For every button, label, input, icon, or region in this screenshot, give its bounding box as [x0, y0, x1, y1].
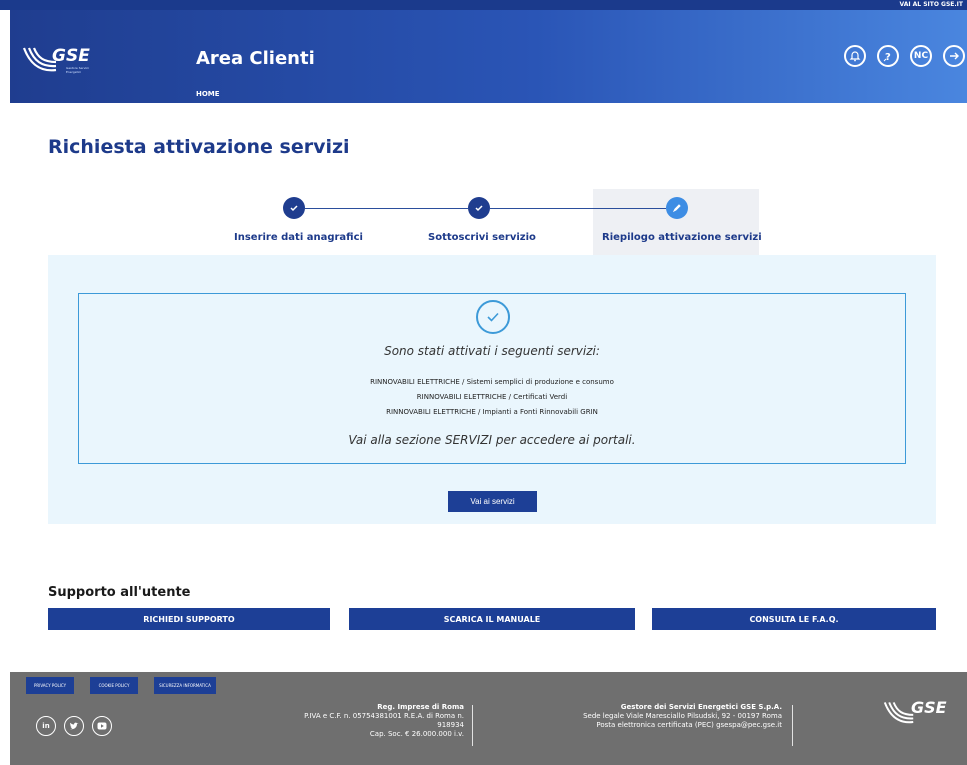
request-support-button[interactable]: RICHIEDI SUPPORTO: [48, 608, 330, 630]
twitter-icon[interactable]: [64, 716, 84, 736]
faq-button[interactable]: CONSULTA LE F.A.Q.: [652, 608, 936, 630]
step-2-done-icon: [468, 197, 490, 219]
company-line-1: Gestore dei Servizi Energetici GSE S.p.A…: [620, 703, 782, 711]
footer-gse-logo: GSE: [883, 698, 953, 732]
step-3-edit-icon: [666, 197, 688, 219]
registry-line-2: P.IVA e C.F. n. 05754381001 R.E.A. di Ro…: [304, 712, 464, 720]
support-title: Supporto all'utente: [48, 585, 191, 600]
step-2-label: Sottoscrivi servizio: [428, 232, 536, 243]
step-connector: [305, 208, 468, 209]
logo-text: GSE: [52, 46, 90, 66]
nc-label: NC: [913, 51, 929, 61]
activation-summary-box: Sono stati attivati i seguenti servizi: …: [78, 293, 906, 464]
footer: PRIVACY POLICY COOKIE POLICY SICUREZZA I…: [10, 672, 967, 765]
summary-panel: Sono stati attivati i seguenti servizi: …: [48, 255, 936, 524]
download-manual-button[interactable]: SCARICA IL MANUALE: [349, 608, 635, 630]
breadcrumb-home[interactable]: HOME: [196, 90, 220, 98]
help-icon[interactable]: ?: [877, 45, 899, 67]
notification-icon[interactable]: [844, 45, 866, 67]
nc-icon[interactable]: NC: [910, 45, 932, 67]
activated-service: RINNOVABILI ELETTRICHE / Certificati Ver…: [416, 393, 568, 401]
progress-stepper: Inserire dati anagrafici Sottoscrivi ser…: [0, 189, 967, 255]
step-1-done-icon: [283, 197, 305, 219]
footer-divider: [472, 705, 473, 746]
security-link[interactable]: SICUREZZA INFORMATICA: [154, 677, 216, 694]
step-connector: [490, 208, 666, 209]
header-icons: ? NC: [844, 45, 965, 67]
gse-logo[interactable]: GSE Gestore Servizi Energetici: [22, 46, 96, 82]
privacy-policy-link[interactable]: PRIVACY POLICY: [26, 677, 74, 694]
success-check-icon: [476, 300, 510, 334]
registry-line-1: Reg. Imprese di Roma: [377, 703, 464, 711]
header: GSE Gestore Servizi Energetici Area Clie…: [10, 10, 967, 103]
app-title: Area Clienti: [196, 48, 315, 69]
registry-line-4: Cap. Soc. € 26.000.000 i.v.: [369, 730, 464, 738]
activation-headline: Sono stati attivati i seguenti servizi:: [384, 344, 600, 358]
gse-site-link[interactable]: VAI AL SITO GSE.IT: [899, 0, 963, 10]
company-registry-info: Reg. Imprese di Roma P.IVA e C.F. n. 057…: [230, 703, 464, 739]
logo-subtext: Gestore Servizi Energetici: [66, 66, 89, 74]
svg-text:?: ?: [885, 52, 891, 63]
footer-divider: [792, 705, 793, 746]
step-3-label: Riepilogo attivazione servizi: [602, 232, 762, 243]
step-1-label: Inserire dati anagrafici: [234, 232, 363, 243]
linkedin-icon[interactable]: in: [36, 716, 56, 736]
logout-icon[interactable]: [943, 45, 965, 67]
top-strip: VAI AL SITO GSE.IT: [0, 0, 967, 10]
registry-line-3: 918934: [437, 721, 464, 729]
go-to-services-button[interactable]: Vai ai servizi: [448, 491, 537, 512]
company-line-3: Posta elettronica certificata (PEC) gses…: [596, 721, 782, 729]
youtube-icon[interactable]: [92, 716, 112, 736]
footer-logo-text: GSE: [911, 698, 947, 717]
services-hint: Vai alla sezione SERVIZI per accedere ai…: [348, 433, 636, 447]
activated-service: RINNOVABILI ELETTRICHE / Impianti a Font…: [386, 408, 598, 416]
company-legal-info: Gestore dei Servizi Energetici GSE S.p.A…: [528, 703, 782, 730]
company-line-2: Sede legale Viale Maresciallo Pilsudski,…: [583, 712, 782, 720]
activated-service: RINNOVABILI ELETTRICHE / Sistemi semplic…: [370, 378, 614, 386]
page-title: Richiesta attivazione servizi: [48, 136, 350, 158]
cookie-policy-link[interactable]: COOKIE POLICY: [90, 677, 138, 694]
